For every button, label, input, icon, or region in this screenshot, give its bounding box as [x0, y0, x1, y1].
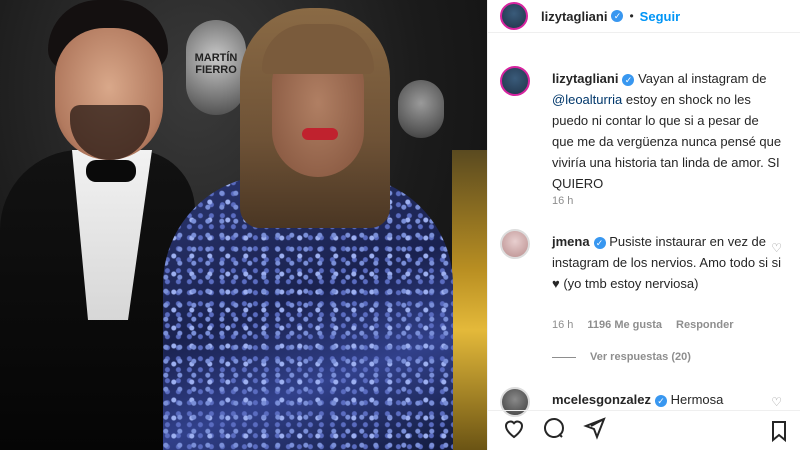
gold-backdrop — [452, 150, 487, 450]
caption-body: lizytagliani ✓ Vayan al instagram de @leo… — [552, 68, 782, 194]
comment-text: Hermosa — [670, 392, 724, 407]
replies-line — [552, 356, 576, 358]
commenter-username[interactable]: jmena — [552, 234, 590, 249]
verified-badge-icon: ✓ — [655, 394, 667, 407]
comment-icon[interactable] — [542, 416, 566, 445]
post-actions-bar — [488, 410, 800, 450]
view-replies-label[interactable]: Ver respuestas (20) — [590, 351, 691, 363]
background-logo — [398, 80, 444, 138]
verified-badge-icon: ✓ — [593, 236, 606, 249]
comment-body: mcelesgonzalez ✓ Hermosa — [552, 389, 782, 410]
separator-dot: • — [629, 9, 634, 23]
woman-lips — [302, 128, 338, 140]
view-replies[interactable]: Ver respuestas (20) — [552, 351, 691, 363]
comment-meta: 16 h 1196 Me gusta Responder — [552, 319, 733, 331]
bow-tie — [86, 160, 136, 182]
martin-fierro-logo: MARTÍN FIERRO — [186, 20, 246, 115]
heart-icon[interactable] — [502, 416, 526, 445]
caption-time[interactable]: 16 h — [552, 195, 573, 207]
commenter-avatar[interactable] — [500, 229, 530, 259]
reply-button[interactable]: Responder — [676, 319, 733, 331]
follow-button[interactable]: Seguir — [640, 9, 680, 24]
caption-text-before: Vayan al instagram de — [638, 71, 767, 86]
author-avatar[interactable] — [500, 2, 528, 30]
bookmark-icon[interactable] — [767, 419, 791, 448]
post-header: lizytagliani ✓ • Seguir — [488, 0, 800, 33]
comment-like-heart-icon[interactable]: ♡ — [771, 241, 782, 255]
caption-meta: 16 h — [552, 195, 573, 207]
comment-likes[interactable]: 1196 Me gusta — [587, 319, 662, 331]
verified-badge-icon: ✓ — [611, 10, 624, 22]
verified-badge-icon: ✓ — [622, 73, 635, 86]
caption-mention-link[interactable]: @leoalturria — [552, 92, 622, 107]
commenter-username[interactable]: mcelesgonzalez — [552, 392, 651, 407]
comment-time[interactable]: 16 h — [552, 319, 573, 331]
post-photo[interactable]: MARTÍN FIERRO — [0, 0, 487, 450]
share-icon[interactable] — [582, 416, 606, 445]
post-sidebar: lizytagliani ✓ • Seguir lizytagliani ✓ Va… — [487, 0, 800, 450]
comment-like-heart-icon[interactable]: ♡ — [771, 395, 782, 409]
comment-body: jmena ✓ Pusiste instaurar en vez de insta… — [552, 231, 782, 294]
caption-avatar[interactable] — [500, 66, 530, 96]
author-username[interactable]: lizytagliani — [541, 9, 607, 24]
caption-username[interactable]: lizytagliani — [552, 71, 618, 86]
